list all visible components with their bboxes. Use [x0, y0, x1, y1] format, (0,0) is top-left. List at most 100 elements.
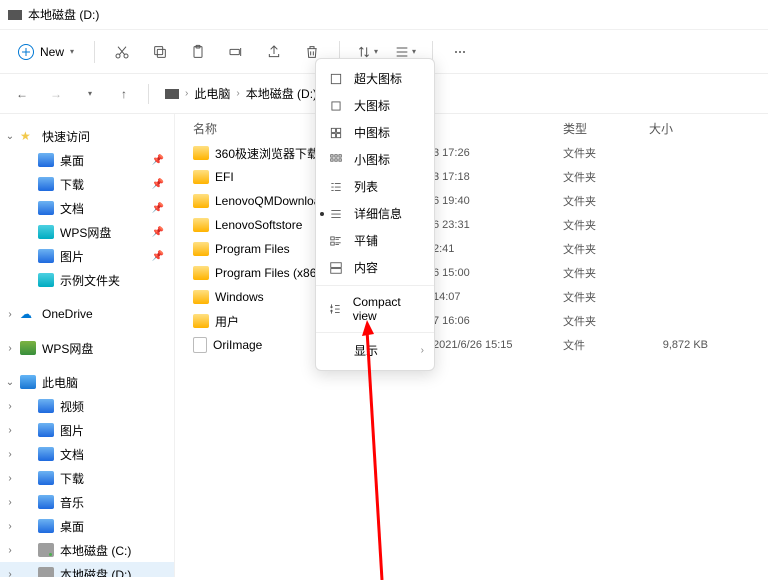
breadcrumb-thispc[interactable]: 此电脑: [194, 85, 230, 102]
folder-icon: [193, 266, 209, 280]
sidebar-wps2[interactable]: ›WPS网盘: [0, 336, 174, 360]
list-icon: [328, 179, 344, 195]
file-date: 3 17:18: [433, 171, 563, 183]
grid-icon: [328, 98, 344, 114]
file-name: LenovoQMDownload: [215, 194, 327, 208]
table-row[interactable]: EFI3 17:18文件夹: [193, 165, 768, 189]
copy-button[interactable]: [143, 37, 177, 67]
folder-icon: [38, 201, 54, 215]
recent-button[interactable]: ▾: [76, 80, 104, 108]
file-name: Windows: [215, 290, 264, 304]
folder-icon: [38, 273, 54, 287]
folder-icon: [38, 249, 54, 263]
chevron-right-icon: ›: [4, 401, 16, 412]
share-button[interactable]: [257, 37, 291, 67]
menu-content[interactable]: 内容: [316, 254, 434, 281]
sidebar-item-label: 图片: [60, 248, 84, 265]
pin-icon: 📌: [152, 203, 164, 214]
grid-icon: [328, 71, 344, 87]
menu-tiles[interactable]: 平铺: [316, 227, 434, 254]
sidebar-downloads2[interactable]: › 下载: [0, 466, 174, 490]
sidebar-desktop2[interactable]: ›桌面: [0, 514, 174, 538]
sidebar-item-label: 桌面: [60, 518, 84, 535]
up-button[interactable]: ↑: [110, 80, 138, 108]
file-name: Program Files: [215, 242, 290, 256]
plus-icon: [18, 44, 34, 60]
table-row[interactable]: LenovoQMDownload6 19:40文件夹: [193, 189, 768, 213]
file-type: 文件夹: [563, 289, 649, 305]
pin-icon: 📌: [152, 251, 164, 262]
sidebar-drive-d[interactable]: ›本地磁盘 (D:): [0, 562, 174, 577]
menu-show[interactable]: 显示›: [316, 337, 434, 364]
menu-item-label: 显示: [354, 342, 378, 359]
sidebar-music[interactable]: ›音乐: [0, 490, 174, 514]
col-size[interactable]: 大小: [649, 120, 768, 137]
folder-icon: [193, 218, 209, 232]
sidebar-pictures[interactable]: 图片 📌: [0, 244, 174, 268]
file-date: 6 19:40: [433, 195, 563, 207]
menu-list[interactable]: 列表: [316, 173, 434, 200]
folder-icon: [38, 471, 54, 485]
paste-button[interactable]: [181, 37, 215, 67]
breadcrumb-drive[interactable]: 本地磁盘 (D:): [246, 85, 317, 102]
table-row[interactable]: Windows14:07文件夹: [193, 285, 768, 309]
breadcrumb[interactable]: › 此电脑 › 本地磁盘 (D:): [159, 85, 323, 102]
sidebar-examples[interactable]: 示例文件夹: [0, 268, 174, 292]
pin-icon: 📌: [152, 227, 164, 238]
menu-item-label: 超大图标: [354, 70, 402, 87]
menu-medium-icons[interactable]: 中图标: [316, 119, 434, 146]
sidebar-desktop[interactable]: 桌面📌: [0, 148, 174, 172]
sidebar-quick-access[interactable]: ⌄★快速访问: [0, 124, 174, 148]
file-name: 360极速浏览器下载: [215, 145, 319, 162]
table-row[interactable]: 用户7 16:06文件夹: [193, 309, 768, 333]
forward-button[interactable]: →: [42, 80, 70, 108]
menu-item-label: 中图标: [354, 124, 390, 141]
rename-button[interactable]: [219, 37, 253, 67]
cut-button[interactable]: [105, 37, 139, 67]
menu-small-icons[interactable]: 小图标: [316, 146, 434, 173]
menu-details[interactable]: 详细信息: [316, 200, 434, 227]
drive-icon: [8, 10, 22, 20]
sidebar-item-label: 下载: [60, 470, 84, 487]
new-button[interactable]: New ▾: [8, 40, 84, 64]
menu-large-icons[interactable]: 大图标: [316, 92, 434, 119]
table-row[interactable]: 360极速浏览器下载3 17:26文件夹: [193, 141, 768, 165]
sidebar-pictures2[interactable]: ›图片: [0, 418, 174, 442]
sidebar-thispc[interactable]: ⌄此电脑: [0, 370, 174, 394]
grid-icon: [328, 125, 344, 141]
table-row[interactable]: Program Files2:41文件夹: [193, 237, 768, 261]
chevron-right-icon: ›: [4, 473, 16, 484]
pc-icon: [20, 375, 36, 389]
menu-compact-view[interactable]: Compact view: [316, 290, 434, 328]
menu-extra-large-icons[interactable]: 超大图标: [316, 65, 434, 92]
table-row[interactable]: Program Files (x86)6 15:00文件夹: [193, 261, 768, 285]
menu-item-label: 内容: [354, 259, 378, 276]
more-button[interactable]: [443, 37, 477, 67]
chevron-right-icon: ›: [4, 449, 16, 460]
col-date[interactable]: [433, 120, 563, 137]
table-row[interactable]: LenovoSoftstore6 23:31文件夹: [193, 213, 768, 237]
col-type[interactable]: 类型: [563, 120, 649, 137]
back-button[interactable]: ←: [8, 80, 36, 108]
sidebar-documents2[interactable]: ›文档: [0, 442, 174, 466]
pin-icon: 📌: [152, 179, 164, 190]
sidebar-videos[interactable]: › 视频: [0, 394, 174, 418]
chevron-right-icon: ›: [4, 569, 16, 578]
sidebar-item-label: 视频: [60, 398, 84, 415]
sidebar-documents[interactable]: 文档📌: [0, 196, 174, 220]
table-row[interactable]: OriImage2021/6/26 15:15文件9,872 KB: [193, 333, 768, 357]
sidebar-downloads[interactable]: 下载 📌: [0, 172, 174, 196]
sidebar-item-label: 桌面: [60, 152, 84, 169]
sidebar-item-label: 下载: [60, 176, 84, 193]
sidebar-drive-c[interactable]: ›本地磁盘 (C:): [0, 538, 174, 562]
file-size: 9,872 KB: [649, 339, 768, 351]
file-list: 名称 类型 大小 360极速浏览器下载3 17:26文件夹EFI3 17:18文…: [175, 114, 768, 577]
bullet-icon: [320, 212, 324, 216]
star-icon: ★: [20, 129, 36, 143]
drive-icon: [165, 89, 179, 99]
chevron-right-icon: ›: [4, 309, 16, 320]
sidebar-onedrive[interactable]: ›☁OneDrive: [0, 302, 174, 326]
sidebar-wps[interactable]: WPS网盘📌: [0, 220, 174, 244]
folder-icon: [193, 290, 209, 304]
file-name: Program Files (x86): [215, 266, 320, 280]
